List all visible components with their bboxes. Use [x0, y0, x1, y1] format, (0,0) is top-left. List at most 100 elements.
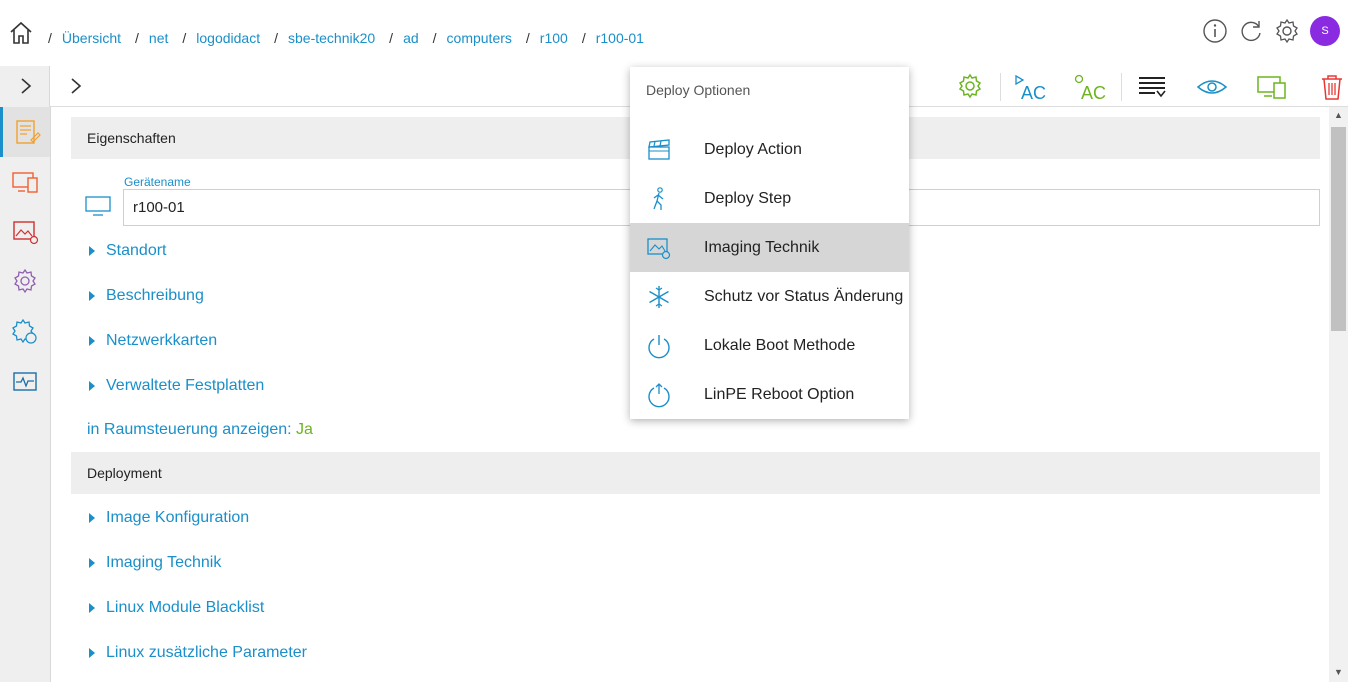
caret-right-icon: [89, 513, 95, 523]
scroll-down-icon[interactable]: ▼: [1334, 667, 1343, 677]
caret-right-icon: [89, 246, 95, 256]
vertical-scrollbar[interactable]: ▲ ▼: [1329, 107, 1348, 682]
avatar[interactable]: S: [1310, 16, 1340, 46]
caret-right-icon: [89, 558, 95, 568]
menu-item-label: Lokale Boot Methode: [704, 336, 856, 354]
breadcrumb-separator: /: [525, 30, 530, 46]
devices-icon: [12, 172, 38, 193]
document-edit-icon: [15, 120, 41, 144]
top-bar: / Übersicht / net / logodidact / sbe-tec…: [0, 0, 1348, 66]
expander-label: Standort: [106, 242, 167, 259]
deploy-options-menu: Deploy Optionen Deploy Action Deploy Ste…: [630, 67, 909, 419]
gear-icon[interactable]: [1274, 18, 1300, 44]
expander-label: Netzwerkkarten: [106, 332, 218, 349]
expand-panel-chevron-icon[interactable]: [66, 76, 86, 96]
menu-item-label: Deploy Step: [704, 189, 792, 207]
expander-label: Linux zusätzliche Parameter: [106, 644, 307, 661]
trash-icon: [1322, 75, 1342, 100]
breadcrumb-separator: /: [135, 30, 139, 46]
sidebar-item-images[interactable]: [0, 207, 50, 257]
breadcrumb-separator: /: [389, 30, 394, 46]
expander-standort[interactable]: Standort: [89, 242, 166, 260]
expander-beschreibung[interactable]: Beschreibung: [89, 287, 204, 305]
breadcrumb-item-uebersicht[interactable]: Übersicht: [62, 30, 121, 46]
pulse-monitor-icon: [13, 372, 37, 391]
eye-icon: [1196, 80, 1228, 94]
breadcrumb-item-sbe-technik20[interactable]: sbe-technik20: [288, 30, 375, 46]
expander-linux-zusaetzliche-parameter[interactable]: Linux zusätzliche Parameter: [89, 644, 307, 662]
sidebar-item-monitoring[interactable]: [0, 357, 50, 407]
menu-item-deploy-action[interactable]: Deploy Action: [630, 125, 909, 174]
walking-person-icon: [653, 186, 664, 210]
breadcrumb-separator: /: [182, 30, 187, 46]
section-header-deployment: Deployment: [71, 452, 1320, 494]
scrollbar-thumb[interactable]: [1331, 127, 1346, 331]
expander-label: Linux Module Blacklist: [106, 599, 265, 616]
menu-item-label: LinPE Reboot Option: [704, 385, 855, 403]
image-settings-icon: [13, 221, 39, 245]
sidebar-item-settings[interactable]: [0, 257, 50, 307]
gear-ac-icon: AC: [1074, 74, 1106, 102]
gear-search-icon: [14, 268, 36, 294]
caret-right-icon: [89, 336, 95, 346]
caret-right-icon: [89, 381, 95, 391]
sidebar-item-devices[interactable]: [0, 157, 50, 207]
delete-button[interactable]: [1302, 70, 1348, 104]
ac-deploy-button[interactable]: AC: [1001, 70, 1061, 104]
home-icon[interactable]: [8, 20, 34, 46]
info-icon[interactable]: [1202, 18, 1228, 44]
clapperboard-icon: [648, 138, 670, 160]
list-view-button[interactable]: [1122, 70, 1182, 104]
expander-netzwerkkarten[interactable]: Netzwerkkarten: [89, 332, 217, 350]
settings-search-button[interactable]: [940, 70, 1000, 104]
expander-verwaltete-festplatten[interactable]: Verwaltete Festplatten: [89, 377, 264, 395]
toolbar-ac-label-1: AC: [1021, 83, 1046, 102]
breadcrumb: / Übersicht / net / logodidact / sbe-tec…: [40, 30, 644, 46]
breadcrumb-item-r100-01[interactable]: r100-01: [596, 30, 644, 46]
menu-item-lokale-boot-methode[interactable]: Lokale Boot Methode: [630, 321, 909, 370]
device-name-label: Gerätename: [124, 175, 191, 189]
power-icon: [648, 334, 670, 358]
view-button[interactable]: [1182, 70, 1242, 104]
ac-settings-button[interactable]: AC: [1061, 70, 1121, 104]
expander-image-konfiguration[interactable]: Image Konfiguration: [89, 509, 249, 527]
menu-title: Deploy Optionen: [646, 82, 751, 98]
devices-icon: [1257, 76, 1286, 99]
menu-item-deploy-step[interactable]: Deploy Step: [630, 174, 909, 223]
breadcrumb-item-net[interactable]: net: [149, 30, 168, 46]
menu-item-imaging-technik[interactable]: Imaging Technik: [630, 223, 909, 272]
expander-imaging-technik[interactable]: Imaging Technik: [89, 554, 221, 572]
toolbar-ac-label-2: AC: [1081, 83, 1106, 102]
expander-label: Beschreibung: [106, 287, 204, 304]
caret-right-icon: [89, 603, 95, 613]
snowflake-icon: [649, 285, 669, 308]
play-ac-icon: AC: [1015, 74, 1046, 102]
room-control-value: Ja: [296, 421, 313, 438]
scroll-up-icon[interactable]: ▲: [1334, 110, 1343, 120]
room-control-setting: in Raumsteuerung anzeigen: Ja: [87, 421, 313, 439]
expander-label: Imaging Technik: [106, 554, 222, 571]
gear-search-icon: [958, 73, 982, 99]
breadcrumb-separator: /: [581, 30, 586, 46]
breadcrumb-item-computers[interactable]: computers: [447, 30, 512, 46]
chevron-right-icon[interactable]: [16, 76, 36, 96]
gear-globe-icon: [12, 318, 37, 344]
menu-item-schutz-vor-status-aenderung[interactable]: Schutz vor Status Änderung: [630, 272, 909, 321]
sidebar: [0, 107, 51, 682]
sidebar-item-network[interactable]: [0, 307, 50, 357]
sidebar-item-properties[interactable]: [0, 107, 50, 157]
image-settings-icon: [647, 237, 671, 259]
breadcrumb-item-r100[interactable]: r100: [540, 30, 568, 46]
menu-item-label: Imaging Technik: [704, 238, 820, 256]
menu-item-linpe-reboot-option[interactable]: LinPE Reboot Option: [630, 370, 909, 419]
expander-label: Verwaltete Festplatten: [106, 377, 265, 394]
breadcrumb-item-ad[interactable]: ad: [403, 30, 419, 46]
breadcrumb-item-logodidact[interactable]: logodidact: [196, 30, 260, 46]
refresh-icon[interactable]: [1238, 18, 1264, 44]
breadcrumb-separator: /: [274, 30, 278, 46]
devices-button[interactable]: [1242, 70, 1302, 104]
expander-linux-module-blacklist[interactable]: Linux Module Blacklist: [89, 599, 264, 617]
caret-right-icon: [89, 291, 95, 301]
menu-item-label: Deploy Action: [704, 140, 802, 158]
room-control-label: in Raumsteuerung anzeigen:: [87, 421, 292, 438]
